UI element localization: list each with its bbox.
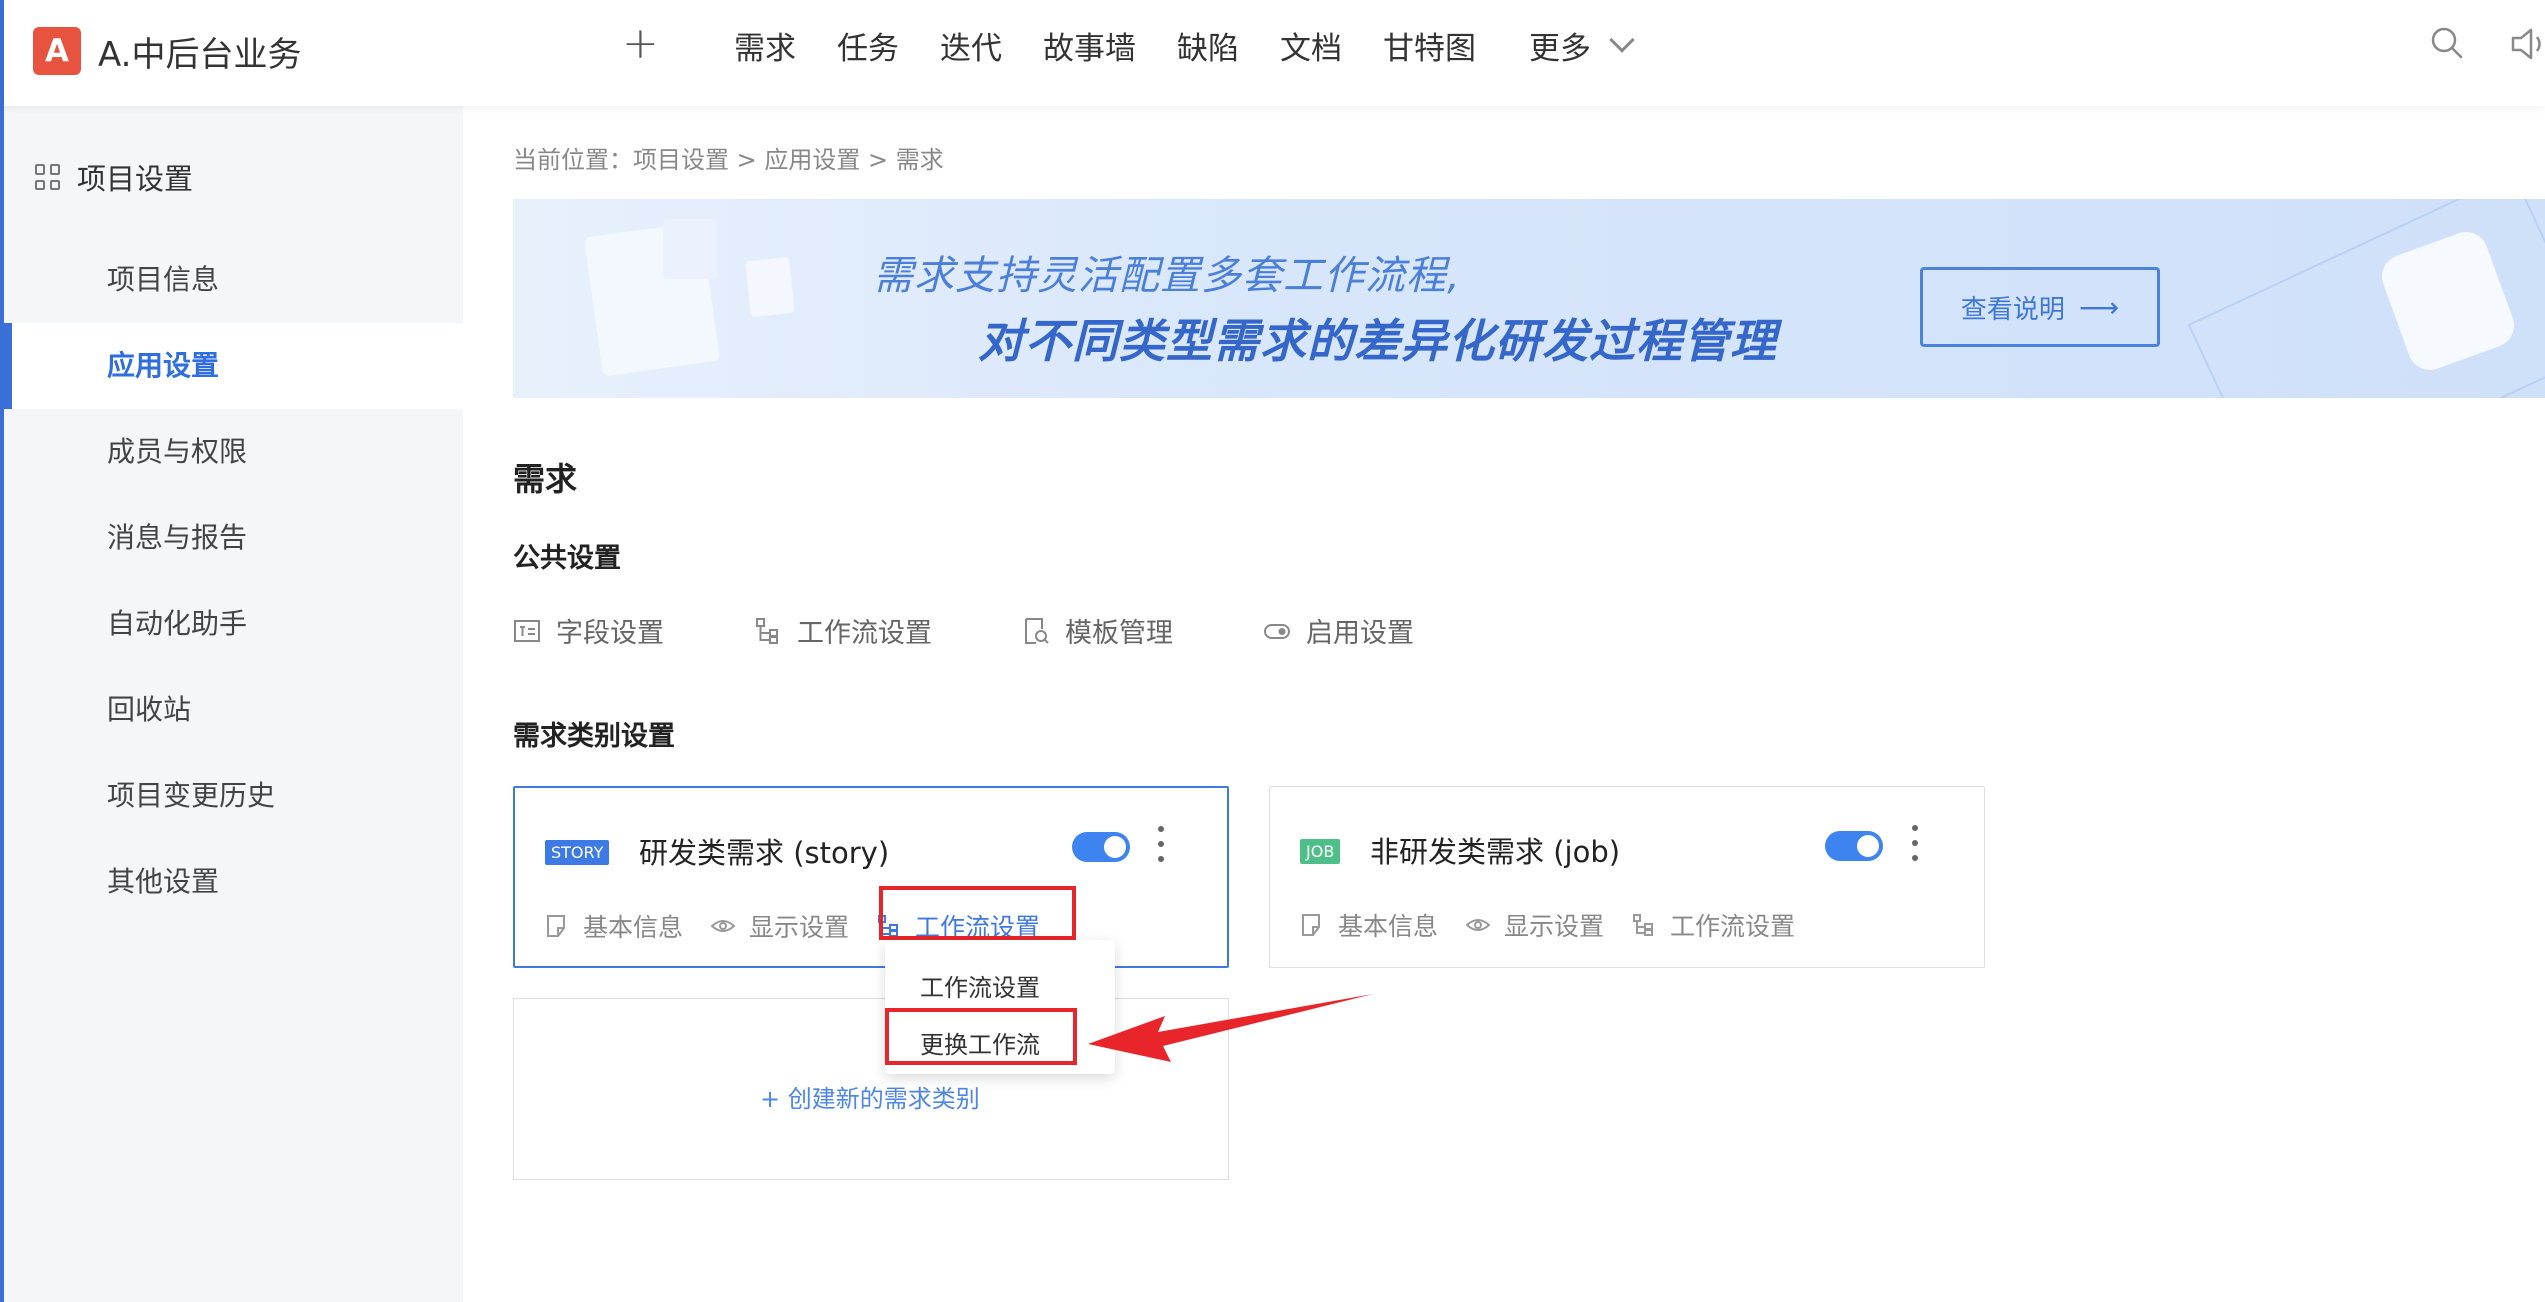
project-switcher[interactable]: A A.中后台业务 <box>33 25 301 77</box>
sidebar-item-messages[interactable]: 消息与报告 <box>4 495 463 581</box>
more-options-icon[interactable] <box>1910 825 1920 861</box>
sidebar-item-members[interactable]: 成员与权限 <box>4 409 463 495</box>
nav-item-bug[interactable]: 缺陷 <box>1177 23 1239 68</box>
field-list-icon <box>514 619 540 642</box>
workflow-tree-icon <box>756 617 778 644</box>
note-icon <box>1302 914 1320 936</box>
feature-banner: 需求支持灵活配置多套工作流程, 对不同类型需求的差异化研发过程管理 查看说明 ⟶ <box>513 199 2545 398</box>
view-docs-label: 查看说明 <box>1960 294 2065 325</box>
document-illustration-icon <box>663 219 717 279</box>
sidebar-item-change-history[interactable]: 项目变更历史 <box>4 753 463 839</box>
sidebar-list: 项目信息 应用设置 成员与权限 消息与报告 自动化助手 回收站 项目变更历史 其… <box>4 237 463 925</box>
category-enabled-toggle[interactable] <box>1825 831 1883 861</box>
basic-info-link[interactable]: 基本信息 <box>1300 907 1438 943</box>
enable-settings-label: 启用设置 <box>1306 618 1414 649</box>
sidebar-item-automation[interactable]: 自动化助手 <box>4 581 463 667</box>
public-settings-row: 字段设置 工作流设置 模板管理 启用设置 <box>513 611 1504 650</box>
nav-item-task[interactable]: 任务 <box>837 23 899 68</box>
sidebar-header: 项目设置 <box>35 156 193 198</box>
card-workflow-settings-link[interactable]: 工作流设置 <box>1632 907 1795 943</box>
annotation-highlight-workflow-link <box>879 886 1076 940</box>
category-title: 非研发类需求 (job) <box>1370 835 1621 869</box>
basic-info-label: 基本信息 <box>1338 912 1439 941</box>
eye-icon <box>711 920 736 932</box>
template-management-link[interactable]: 模板管理 <box>1022 611 1173 650</box>
card-workflow-settings-label: 工作流设置 <box>1670 912 1796 941</box>
public-settings-title: 公共设置 <box>513 543 621 574</box>
project-name: A.中后台业务 <box>98 34 302 75</box>
plus-icon[interactable]: + <box>622 22 659 66</box>
search-icon[interactable] <box>2430 26 2464 60</box>
template-management-label: 模板管理 <box>1065 618 1173 649</box>
grid-icon <box>35 164 61 190</box>
annotation-highlight-change-workflow <box>885 1008 1077 1065</box>
card-links: 基本信息 显示设置 工作流设置 <box>1300 907 1823 943</box>
app-window: A A.中后台业务 + 需求 任务 迭代 故事墙 缺陷 文档 甘特图 更多 项目… <box>0 0 2545 1302</box>
arrow-right-icon: ⟶ <box>2078 290 2120 324</box>
nav-item-story[interactable]: 需求 <box>734 23 796 68</box>
document-illustration-icon <box>745 256 795 318</box>
project-logo: A <box>33 27 81 75</box>
sidebar-item-other-settings[interactable]: 其他设置 <box>4 839 463 925</box>
category-card-job[interactable]: JOB 非研发类需求 (job) 基本信息 显示设置 工作流设置 <box>1269 786 1985 968</box>
display-settings-link[interactable]: 显示设置 <box>1466 907 1604 943</box>
nav-item-doc[interactable]: 文档 <box>1280 23 1342 68</box>
basic-info-link[interactable]: 基本信息 <box>545 908 683 944</box>
annotation-arrow-icon <box>1088 994 1373 1062</box>
more-options-icon[interactable] <box>1156 826 1166 862</box>
speaker-icon[interactable] <box>2509 26 2545 62</box>
nav-item-gantt[interactable]: 甘特图 <box>1383 23 1476 68</box>
breadcrumb: 当前位置：项目设置 > 应用设置 > 需求 <box>513 146 944 174</box>
toggle-icon <box>1264 623 1290 639</box>
workflow-settings-link[interactable]: 工作流设置 <box>754 611 932 650</box>
nav-more-label: 更多 <box>1529 30 1591 67</box>
eye-icon <box>1466 919 1491 931</box>
top-nav: 需求 任务 迭代 故事墙 缺陷 文档 甘特图 更多 <box>734 22 1635 68</box>
nav-item-storywall[interactable]: 故事墙 <box>1043 23 1136 68</box>
category-enabled-toggle[interactable] <box>1072 832 1130 862</box>
sidebar-item-recycle-bin[interactable]: 回收站 <box>4 667 463 753</box>
basic-info-label: 基本信息 <box>583 913 684 942</box>
page-title: 需求 <box>513 460 578 498</box>
field-settings-link[interactable]: 字段设置 <box>513 611 664 650</box>
story-tag-badge: STORY <box>545 840 610 865</box>
job-tag-badge: JOB <box>1300 839 1341 864</box>
display-settings-label: 显示设置 <box>749 913 850 942</box>
main-content: 当前位置：项目设置 > 应用设置 > 需求 需求支持灵活配置多套工作流程, 对不… <box>463 106 2545 1302</box>
category-card-story[interactable]: STORY 研发类需求 (story) 基本信息 显示设置 工作流设置 <box>513 786 1229 968</box>
sidebar-item-app-settings[interactable]: 应用设置 <box>4 323 463 409</box>
display-settings-link[interactable]: 显示设置 <box>711 908 849 944</box>
category-title: 研发类需求 (story) <box>639 836 890 870</box>
chevron-down-icon <box>1609 27 1635 53</box>
sidebar: 项目设置 项目信息 应用设置 成员与权限 消息与报告 自动化助手 回收站 项目变… <box>4 106 463 1302</box>
template-search-icon <box>1025 617 1049 644</box>
workflow-settings-label: 工作流设置 <box>797 618 932 649</box>
display-settings-label: 显示设置 <box>1504 912 1605 941</box>
enable-settings-link[interactable]: 启用设置 <box>1263 611 1414 650</box>
workflow-tree-icon <box>1633 914 1654 936</box>
nav-item-iteration[interactable]: 迭代 <box>940 23 1002 68</box>
view-docs-button[interactable]: 查看说明 ⟶ <box>1920 267 2160 347</box>
note-icon <box>547 915 565 937</box>
banner-headline: 需求支持灵活配置多套工作流程, <box>873 253 1461 299</box>
banner-subheadline: 对不同类型需求的差异化研发过程管理 <box>978 314 1777 368</box>
nav-more[interactable]: 更多 <box>1529 23 1635 68</box>
category-settings-title: 需求类别设置 <box>513 721 675 752</box>
create-category-label: + 创建新的需求类别 <box>760 1085 980 1113</box>
top-bar: A A.中后台业务 + 需求 任务 迭代 故事墙 缺陷 文档 甘特图 更多 <box>4 0 2545 106</box>
menu-item-workflow-settings[interactable]: 工作流设置 <box>920 968 1040 1003</box>
sidebar-item-project-info[interactable]: 项目信息 <box>4 237 463 323</box>
sidebar-header-label: 项目设置 <box>77 162 194 196</box>
field-settings-label: 字段设置 <box>556 618 664 649</box>
